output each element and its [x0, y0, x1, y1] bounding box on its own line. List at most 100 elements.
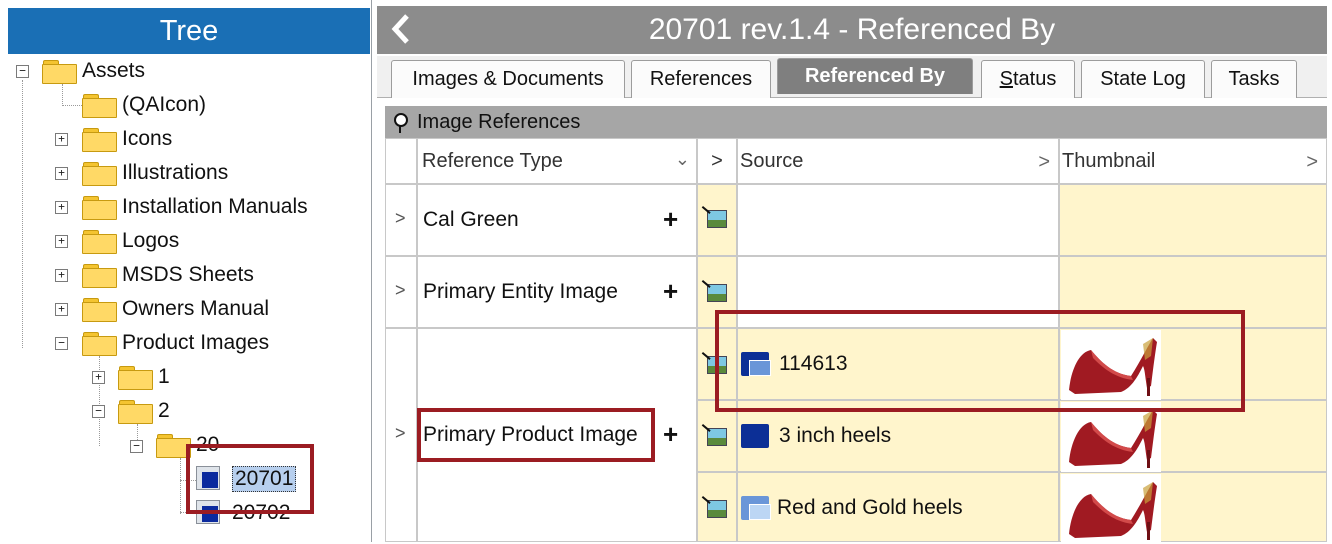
column-expand-chevron[interactable]: >: [697, 138, 737, 184]
tree-header: Tree: [8, 8, 370, 54]
chevron-right-icon[interactable]: >: [395, 280, 406, 301]
reference-type-label: Cal Green: [423, 208, 519, 231]
annotation-box: [186, 444, 314, 514]
pin-icon[interactable]: [391, 111, 409, 133]
expand-toggle[interactable]: +: [92, 371, 105, 384]
tab-references[interactable]: References: [631, 60, 771, 98]
tab-tasks[interactable]: Tasks: [1211, 60, 1297, 98]
tree-node-label: Logos: [122, 229, 180, 252]
column-header-source[interactable]: Source >: [737, 138, 1059, 184]
expand-toggle[interactable]: +: [55, 133, 68, 146]
collapse-toggle[interactable]: −: [55, 337, 68, 350]
tree-node-label: 1: [158, 365, 170, 388]
tree-node-label: Assets: [82, 59, 146, 82]
folder-icon: [42, 60, 77, 84]
folder-icon: [118, 400, 153, 424]
tree-node-illustrations[interactable]: Illustrations: [82, 158, 228, 188]
tree-node-folder-1[interactable]: 1: [118, 362, 170, 392]
tree-node-icons[interactable]: Icons: [82, 124, 172, 154]
tree-node-installation-manuals[interactable]: Installation Manuals: [82, 192, 308, 222]
column-header-label: Source: [740, 149, 804, 172]
tree-node-label: 2: [158, 399, 170, 422]
tree-node-label: Illustrations: [122, 161, 229, 184]
column-header-label: Reference Type: [422, 149, 563, 172]
source-name[interactable]: Red and Gold heels: [777, 496, 963, 520]
back-arrow-icon[interactable]: [387, 12, 417, 46]
collapse-toggle[interactable]: −: [130, 440, 143, 453]
tab-state-log[interactable]: State Log: [1081, 60, 1205, 98]
folder-icon: [82, 298, 117, 322]
image-reference-icon: [701, 280, 729, 306]
folder-icon: [118, 366, 153, 390]
folder-icon: [82, 332, 117, 356]
folder-icon: [82, 162, 117, 186]
chevron-right-icon[interactable]: >: [395, 423, 406, 444]
add-reference-button[interactable]: +: [663, 278, 678, 304]
folder-icon: [82, 230, 117, 254]
tree-node-logos[interactable]: Logos: [82, 226, 179, 256]
column-header-thumbnail[interactable]: Thumbnail >: [1059, 138, 1327, 184]
annotation-box: [417, 408, 655, 462]
tree-node-label: MSDS Sheets: [122, 263, 254, 286]
collapse-toggle[interactable]: −: [16, 65, 29, 78]
tree-line: [22, 80, 23, 348]
chevron-right-icon[interactable]: >: [1306, 151, 1318, 174]
image-reference-icon: [701, 496, 729, 522]
folder-icon: [82, 128, 117, 152]
tree-node-folder-2[interactable]: 2: [118, 396, 170, 426]
tree-node-label: Product Images: [122, 331, 270, 354]
shoe-thumbnail-image[interactable]: [1061, 474, 1161, 544]
sort-dropdown-icon[interactable]: ⌄: [675, 149, 690, 170]
details-panel: 20701 rev.1.4 - Referenced By Images & D…: [377, 0, 1332, 544]
add-reference-button[interactable]: +: [663, 421, 678, 447]
collapse-toggle[interactable]: −: [92, 405, 105, 418]
tree-node-label: (QAIcon): [122, 93, 207, 116]
tree-line: [62, 105, 82, 106]
tab-status[interactable]: Status: [981, 60, 1075, 98]
image-reference-icon: [701, 424, 729, 450]
tree-node-assets[interactable]: Assets: [42, 56, 145, 86]
folder-icon: [82, 196, 117, 220]
image-references-grid: Reference Type ⌄ > Source > Thumbnail > …: [385, 138, 1327, 544]
chevron-right-icon[interactable]: >: [395, 208, 406, 229]
tree-node-label: Installation Manuals: [122, 195, 308, 218]
tab-referenced-by[interactable]: Referenced By: [777, 58, 973, 94]
tree-line: [62, 84, 63, 106]
tree-line: [180, 458, 181, 514]
expand-toggle[interactable]: +: [55, 201, 68, 214]
add-reference-button[interactable]: +: [663, 206, 678, 232]
title-bar: 20701 rev.1.4 - Referenced By: [377, 6, 1327, 54]
expand-toggle[interactable]: +: [55, 235, 68, 248]
reference-type-label: Primary Entity Image: [423, 280, 618, 303]
source-name[interactable]: 3 inch heels: [779, 424, 891, 448]
expand-toggle[interactable]: +: [55, 167, 68, 180]
window-title: 20701 rev.1.4 - Referenced By: [648, 13, 1056, 46]
tree-node-label: Icons: [122, 127, 173, 150]
source-cell: [737, 184, 1059, 256]
tree-panel: Tree − Assets (QAIcon) + Icons + Illustr…: [0, 0, 372, 542]
tab-status-mnemonic: S: [999, 68, 1013, 90]
chevron-right-icon[interactable]: >: [1038, 151, 1050, 174]
thumbnail-cell: [1059, 184, 1327, 256]
folder-item-icon: [739, 422, 773, 450]
section-title: Image References: [417, 110, 581, 133]
tab-images-documents[interactable]: Images & Documents: [391, 60, 625, 98]
tree-node-msds-sheets[interactable]: MSDS Sheets: [82, 260, 254, 290]
section-header: Image References: [385, 106, 1327, 138]
image-reference-icon: [701, 206, 729, 232]
expand-toggle[interactable]: +: [55, 303, 68, 316]
folder-icon: [82, 264, 117, 288]
expand-toggle[interactable]: +: [55, 269, 68, 282]
annotation-box: [715, 310, 1245, 412]
tree-node-product-images[interactable]: Product Images: [82, 328, 269, 358]
tab-status-label: tatus: [1012, 68, 1057, 90]
shoe-thumbnail-image[interactable]: [1061, 402, 1161, 472]
column-header-reference-type[interactable]: Reference Type ⌄: [417, 138, 697, 184]
column-header-label: Thumbnail: [1062, 149, 1156, 172]
folder-icon: [82, 94, 117, 118]
folder-icon: [156, 434, 191, 458]
tree-node-qaicon[interactable]: (QAIcon): [82, 90, 206, 120]
tree-node-owners-manual[interactable]: Owners Manual: [82, 294, 269, 324]
product-item-icon: [739, 494, 773, 522]
row-header-column: [385, 138, 417, 184]
